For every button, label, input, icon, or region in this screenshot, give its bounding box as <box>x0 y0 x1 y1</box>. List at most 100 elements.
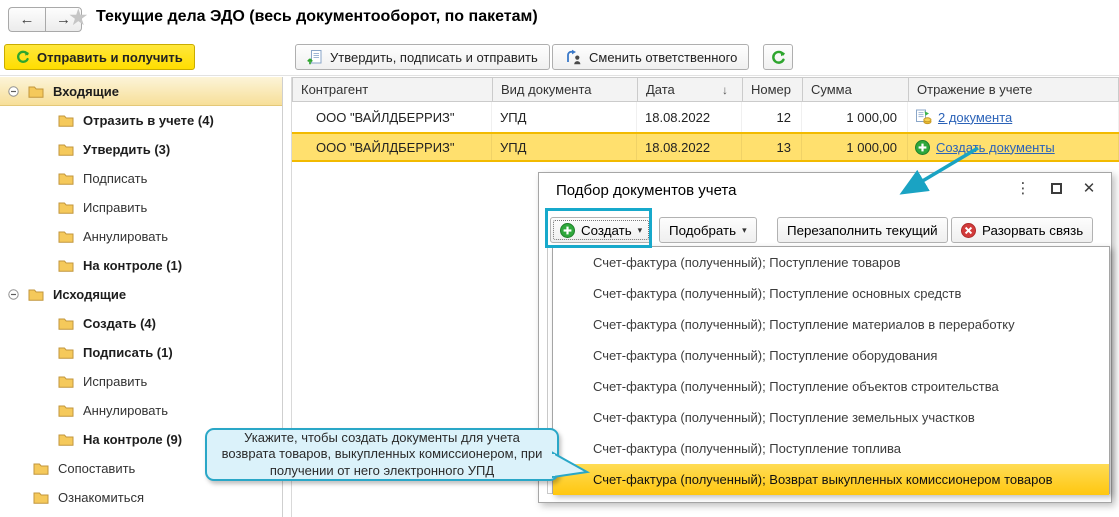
cell-contractor: ООО "ВАЙЛДБЕРРИЗ" <box>292 102 492 132</box>
sidebar-item-annul[interactable]: Аннулировать <box>0 222 282 251</box>
dialog-window-controls: ⋮ ✕ <box>1015 179 1097 197</box>
sidebar-item-incoming[interactable]: Входящие <box>0 77 282 106</box>
change-responsible-button[interactable]: Сменить ответственного <box>552 44 750 70</box>
folder-icon <box>58 404 74 417</box>
close-icon[interactable]: ✕ <box>1081 179 1097 197</box>
plus-circle-icon <box>560 222 575 238</box>
break-link-icon <box>961 222 976 238</box>
documents-link[interactable]: 2 документа <box>938 110 1012 125</box>
collapse-icon[interactable] <box>8 85 19 97</box>
cell-date: 18.08.2022 <box>637 134 742 160</box>
create-label: Создать <box>581 222 632 238</box>
menu-item-highlighted[interactable]: Счет-фактура (полученный); Возврат выкуп… <box>553 464 1109 495</box>
menu-item[interactable]: Счет-фактура (полученный); Поступление з… <box>553 402 1109 433</box>
command-bar: Отправить и получить Утвердить, подписат… <box>0 38 1119 76</box>
change-responsible-icon <box>564 49 582 65</box>
more-icon[interactable]: ⋮ <box>1015 179 1031 197</box>
pick-button[interactable]: Подобрать ▾ <box>659 217 757 243</box>
sidebar-item-reflect-in-accounting[interactable]: Отразить в учете (4) <box>0 106 282 135</box>
cell-doc-type: УПД <box>492 102 637 132</box>
folder-icon <box>33 491 49 504</box>
sidebar-item-acknowledge[interactable]: Ознакомиться <box>0 483 282 512</box>
refresh-list-button[interactable] <box>763 44 793 70</box>
create-dropdown-menu: Счет-фактура (полученный); Поступление т… <box>552 246 1110 495</box>
table-header: Контрагент Вид документа Дата ↓ Номер Сум… <box>292 77 1119 102</box>
menu-item[interactable]: Счет-фактура (полученный); Поступление о… <box>553 278 1109 309</box>
folder-icon <box>58 201 74 214</box>
pick-label: Подобрать <box>669 222 737 238</box>
dialog-title: Подбор документов учета <box>556 182 737 199</box>
break-link-button[interactable]: Разорвать связь <box>951 217 1094 243</box>
menu-item[interactable]: Счет-фактура (полученный); Поступление о… <box>553 340 1109 371</box>
maximize-icon[interactable] <box>1048 179 1064 197</box>
approve-sign-send-label: Утвердить, подписать и отправить <box>330 49 538 65</box>
chevron-down-icon: ▾ <box>742 224 747 235</box>
cell-amount: 1 000,00 <box>802 134 908 160</box>
folder-icon <box>28 288 44 301</box>
sidebar-item-on-control-in[interactable]: На контроле (1) <box>0 251 282 280</box>
menu-item[interactable]: Счет-фактура (полученный); Поступление м… <box>553 309 1109 340</box>
column-header-date[interactable]: Дата ↓ <box>638 78 743 101</box>
chevron-down-icon: ▾ <box>637 224 643 235</box>
folder-icon <box>58 114 74 127</box>
cell-contractor: ООО "ВАЙЛДБЕРРИЗ" <box>292 134 492 160</box>
cell-number: 13 <box>742 134 802 160</box>
tooltip-text: Укажите, чтобы создать документы для уче… <box>221 430 543 478</box>
sidebar-item-outgoing[interactable]: Исходящие <box>0 280 282 309</box>
sidebar-item-approve[interactable]: Утвердить (3) <box>0 135 282 164</box>
column-header-reflection[interactable]: Отражение в учете <box>909 78 1118 101</box>
sidebar-item-sign[interactable]: Подписать <box>0 164 282 193</box>
sidebar-item-create[interactable]: Создать (4) <box>0 309 282 338</box>
favorite-star-icon[interactable]: ★ <box>68 6 89 29</box>
menu-item[interactable]: Счет-фактура (полученный); Поступление о… <box>553 371 1109 402</box>
cell-date: 18.08.2022 <box>637 102 742 132</box>
create-button[interactable]: Создать ▾ <box>550 217 653 243</box>
collapse-icon[interactable] <box>8 289 19 300</box>
cell-doc-type: УПД <box>492 134 637 160</box>
refill-current-button[interactable]: Перезаполнить текущий <box>777 217 948 243</box>
plus-circle-icon <box>915 139 930 155</box>
cell-reflection: Создать документы <box>908 134 1119 160</box>
page-title: Текущие дела ЭДО (весь документооборот, … <box>96 8 538 25</box>
sort-desc-icon: ↓ <box>722 82 728 97</box>
sidebar-item-sign-out[interactable]: Подписать (1) <box>0 338 282 367</box>
sidebar-item-fix-out[interactable]: Исправить <box>0 367 282 396</box>
menu-item[interactable]: Счет-фактура (полученный); Поступление т… <box>553 247 1109 278</box>
folder-icon <box>33 462 49 475</box>
refill-label: Перезаполнить текущий <box>787 222 938 238</box>
folder-icon <box>28 85 44 98</box>
column-header-contractor[interactable]: Контрагент <box>293 78 493 101</box>
cell-amount: 1 000,00 <box>802 102 908 132</box>
folder-icon <box>58 346 74 359</box>
cell-reflection: 2 документа <box>908 102 1119 132</box>
menu-item[interactable]: Счет-фактура (полученный); Поступление т… <box>553 433 1109 464</box>
create-documents-link[interactable]: Создать документы <box>936 140 1055 155</box>
folder-icon <box>58 317 74 330</box>
refresh-icon <box>16 50 30 64</box>
tooltip-callout: Укажите, чтобы создать документы для уче… <box>205 428 559 481</box>
sidebar-item-annul-out[interactable]: Аннулировать <box>0 396 282 425</box>
folder-icon <box>58 375 74 388</box>
table-row-selected[interactable]: ООО "ВАЙЛДБЕРРИЗ" УПД 18.08.2022 13 1 00… <box>292 132 1119 162</box>
approve-sign-send-button[interactable]: Утвердить, подписать и отправить <box>295 44 550 70</box>
folder-icon <box>58 433 74 446</box>
table-row[interactable]: ООО "ВАЙЛДБЕРРИЗ" УПД 18.08.2022 12 1 00… <box>292 102 1119 132</box>
change-responsible-label: Сменить ответственного <box>589 49 738 65</box>
back-icon: ← <box>19 11 35 28</box>
break-link-label: Разорвать связь <box>982 222 1084 238</box>
refresh-icon <box>771 50 786 65</box>
cell-number: 12 <box>742 102 802 132</box>
folder-icon <box>58 259 74 272</box>
column-header-number[interactable]: Номер <box>743 78 803 101</box>
send-receive-button[interactable]: Отправить и получить <box>4 44 195 70</box>
send-receive-label: Отправить и получить <box>37 49 183 65</box>
document-sign-icon <box>307 49 323 65</box>
folder-icon <box>58 230 74 243</box>
column-header-doc-type[interactable]: Вид документа <box>493 78 638 101</box>
folder-icon <box>58 172 74 185</box>
back-button[interactable]: ← <box>8 7 45 32</box>
folder-icon <box>58 143 74 156</box>
sidebar-item-fix[interactable]: Исправить <box>0 193 282 222</box>
document-coins-icon <box>915 109 932 125</box>
column-header-amount[interactable]: Сумма <box>803 78 909 101</box>
